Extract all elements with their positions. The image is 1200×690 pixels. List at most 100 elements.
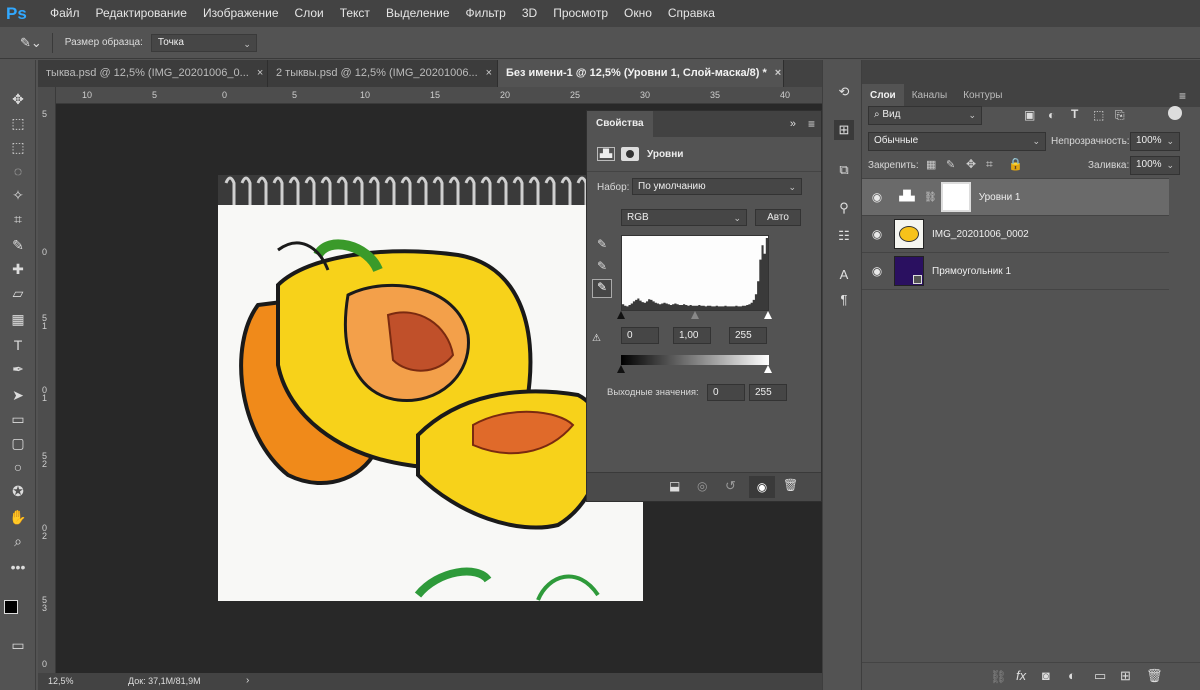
tab-document-active[interactable]: Без имени-1 @ 12,5% (Уровни 1, Слой-маск… (498, 60, 784, 87)
input-sliders[interactable] (617, 311, 772, 321)
link-icon[interactable]: ⛓ (924, 192, 937, 203)
eyedropper-tool-preset-icon[interactable]: ✎⌄ (20, 35, 42, 51)
properties-icon[interactable]: ⊞ (834, 120, 854, 140)
gray-point-eyedropper-icon[interactable]: ✎ (593, 259, 611, 277)
reset-icon[interactable]: ↺ (725, 478, 736, 494)
blend-mode-select[interactable]: Обычные ⌄ (868, 132, 1046, 151)
channel-select[interactable]: RGB ⌄ (621, 209, 747, 226)
menu-window[interactable]: Окно (616, 0, 660, 27)
black-output-slider[interactable] (617, 365, 625, 373)
lock-artboard-icon[interactable]: ⌗ (986, 157, 993, 172)
close-icon[interactable]: × (486, 67, 492, 79)
lasso-tool-icon[interactable]: ◌ (6, 160, 30, 182)
menu-select[interactable]: Выделение (378, 0, 458, 27)
clipping-warning-icon[interactable]: ⚠ (592, 333, 601, 344)
black-input-slider[interactable] (617, 311, 625, 319)
input-black-field[interactable]: 0 (621, 327, 659, 344)
menu-edit[interactable]: Редактирование (88, 0, 195, 27)
black-point-eyedropper-icon[interactable]: ✎ (593, 237, 611, 255)
filter-smart-object-icon[interactable]: ⎘ (1115, 108, 1125, 123)
new-layer-icon[interactable]: ⊞ (1120, 668, 1131, 684)
tab-layers[interactable]: Слои (862, 84, 904, 107)
zoom-tool-icon[interactable]: ⌕ (6, 530, 30, 552)
color-swatches-icon[interactable]: ⧉ (834, 160, 854, 180)
document-canvas[interactable] (218, 175, 643, 601)
visibility-eye-icon[interactable]: ◉ (862, 190, 892, 204)
gradient-tool-icon[interactable]: ▦ (6, 308, 30, 330)
panel-menu-icon[interactable]: ≡ (1179, 89, 1186, 103)
character-icon[interactable]: A (834, 265, 854, 285)
tab-channels[interactable]: Каналы (904, 84, 956, 107)
hand-tool-icon[interactable]: ✋ (6, 506, 30, 528)
filter-type-icon[interactable]: T (1071, 107, 1078, 121)
white-point-eyedropper-icon[interactable]: ✎ (592, 279, 612, 298)
close-icon[interactable]: × (775, 67, 781, 79)
history-icon[interactable]: ⟲ (834, 82, 854, 102)
move-tool-icon[interactable]: ✥ (6, 88, 30, 110)
output-black-field[interactable]: 0 (707, 384, 745, 401)
ellipse-tool-icon[interactable]: ○ (6, 456, 30, 478)
white-input-slider[interactable] (764, 311, 772, 319)
close-icon[interactable]: × (257, 67, 263, 79)
eyedropper-tool-icon[interactable]: ✎ (6, 234, 30, 256)
zoom-level[interactable]: 12,5% (48, 676, 74, 686)
new-group-folder-icon[interactable]: ▭ (1094, 668, 1106, 684)
input-gamma-field[interactable]: 1,00 (673, 327, 711, 344)
layer-row-rectangle[interactable]: ◉ Прямоугольник 1 (862, 253, 1169, 290)
view-previous-state-icon[interactable]: ◎ (697, 479, 707, 493)
link-layers-icon[interactable]: ⛓ (990, 669, 1007, 685)
pen-tool-icon[interactable]: ✒ (6, 358, 30, 380)
menu-3d[interactable]: 3D (514, 0, 545, 27)
chevron-right-icon[interactable]: › (246, 675, 249, 686)
filter-adjustment-icon[interactable]: ◐ (1048, 108, 1055, 122)
sample-size-select[interactable]: Точка ⌄ (150, 33, 257, 52)
clip-to-layer-icon[interactable]: ⬓ (669, 479, 680, 493)
lock-position-icon[interactable]: ✥ (966, 157, 976, 171)
screen-mode-icon[interactable]: ▭ (6, 634, 30, 656)
rectangle-tool-icon[interactable]: ▭ (6, 408, 30, 430)
filter-toggle-icon[interactable] (1168, 106, 1182, 120)
add-mask-icon[interactable]: ◙ (1042, 668, 1050, 683)
output-white-field[interactable]: 255 (749, 384, 787, 401)
new-adjustment-layer-icon[interactable]: ◐ (1068, 668, 1076, 683)
layer-mask-thumbnail[interactable] (940, 182, 971, 212)
filter-pixel-icon[interactable]: ▣ (1024, 108, 1035, 122)
layer-mask-icon[interactable] (621, 147, 639, 161)
marquee-tool-icon[interactable]: ⬚ (6, 136, 30, 158)
paragraph-icon[interactable]: ¶ (834, 290, 854, 310)
healing-brush-tool-icon[interactable]: ✚ (6, 258, 30, 280)
opacity-field[interactable]: 100% ⌄ (1130, 132, 1180, 151)
adjustments-icon[interactable]: ☷ (834, 226, 854, 246)
magic-wand-tool-icon[interactable]: ✧ (6, 184, 30, 206)
path-selection-tool-icon[interactable]: ➤ (6, 384, 30, 406)
layer-row-image[interactable]: ◉ IMG_20201006_0002 (862, 216, 1169, 253)
foreground-color-swatch[interactable] (4, 600, 18, 614)
layer-row-levels[interactable]: ◉ ▟▙ ⛓ Уровни 1 (862, 179, 1169, 216)
custom-shape-tool-icon[interactable]: ✪ (6, 480, 30, 502)
filter-shape-icon[interactable]: ⬚ (1093, 108, 1104, 122)
tab-paths[interactable]: Контуры (955, 84, 1010, 107)
lock-image-icon[interactable]: ✎ (946, 158, 955, 171)
type-tool-icon[interactable]: T (6, 334, 30, 356)
visibility-eye-icon[interactable]: ◉ (862, 264, 892, 278)
tab-document-1[interactable]: тыква.psd @ 12,5% (IMG_20201006_0... × (38, 60, 268, 87)
eraser-tool-icon[interactable]: ▱ (6, 282, 30, 304)
auto-button[interactable]: Авто (755, 209, 801, 226)
panel-menu-icon[interactable]: ≡ (808, 117, 815, 131)
tab-document-2[interactable]: 2 тыквы.psd @ 12,5% (IMG_20201006... × (268, 60, 498, 87)
visibility-eye-icon[interactable]: ◉ (862, 227, 892, 241)
brush-presets-icon[interactable]: ⚲ (834, 198, 854, 218)
fx-icon[interactable]: fx (1016, 668, 1026, 683)
menu-filter[interactable]: Фильтр (458, 0, 514, 27)
white-output-slider[interactable] (764, 365, 772, 373)
menu-type[interactable]: Текст (332, 0, 378, 27)
collapse-icon[interactable]: » (790, 118, 796, 130)
lock-transparent-icon[interactable]: ▦ (926, 158, 936, 171)
more-tools-icon[interactable]: ••• (6, 556, 30, 578)
menu-file[interactable]: Файл (42, 0, 88, 27)
layer-filter-select[interactable]: ⌕ Вид ⌄ (868, 106, 982, 125)
menu-view[interactable]: Просмотр (545, 0, 616, 27)
menu-help[interactable]: Справка (660, 0, 723, 27)
menu-image[interactable]: Изображение (195, 0, 287, 27)
delete-trash-icon[interactable]: 🗑 (783, 478, 798, 492)
